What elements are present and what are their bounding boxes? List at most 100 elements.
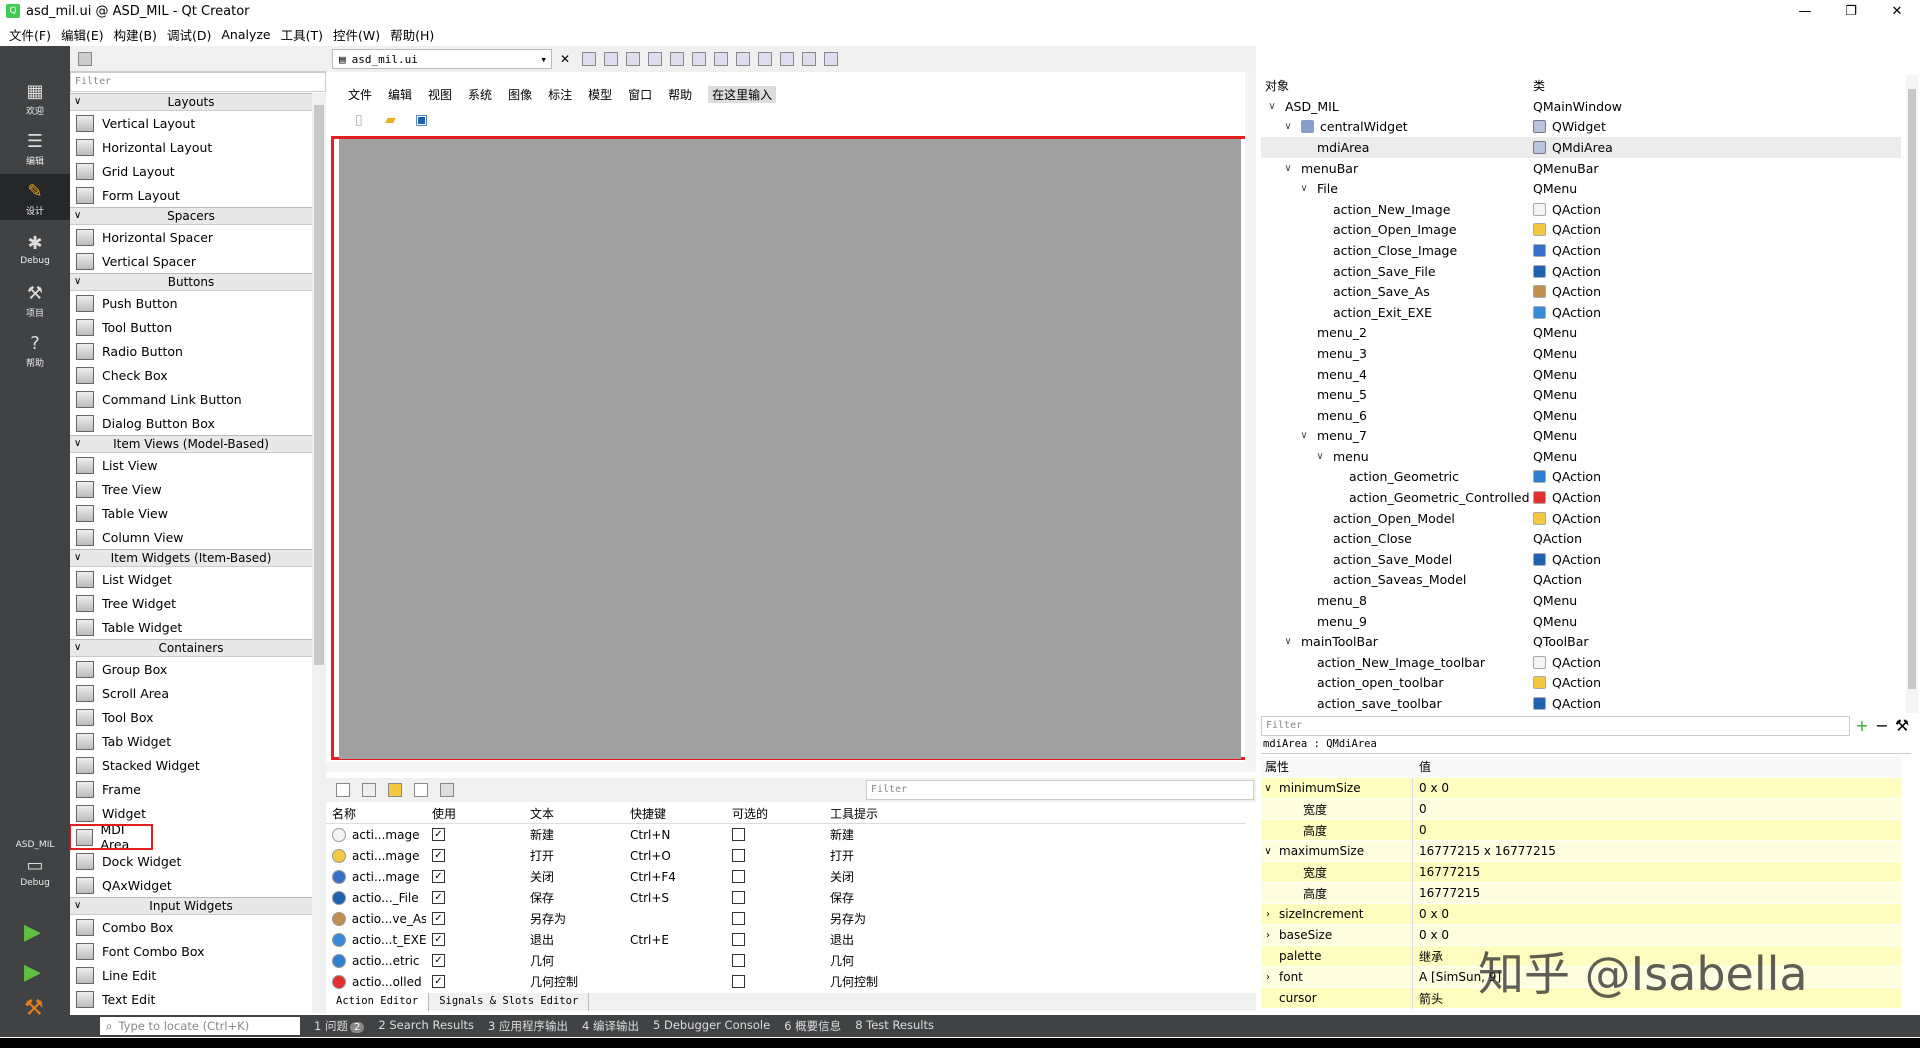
menu-build[interactable]: 构建(B) [114,25,157,44]
form-menu-item[interactable]: 文件 [348,86,372,103]
widget-item[interactable]: Dialog Button Box [70,411,312,435]
tab-signals-slots[interactable]: Signals & Slots Editor [429,993,590,1011]
checkable-checkbox[interactable] [732,828,745,841]
object-row[interactable]: action_Save_Model QAction [1261,549,1901,570]
object-row[interactable]: action_Open_Model QAction [1261,508,1901,529]
checkable-checkbox[interactable] [732,975,745,988]
chevron-down-icon[interactable]: ∨ [1281,636,1295,647]
edit-widgets-icon[interactable] [582,52,597,66]
wrench-icon[interactable]: ⚒ [1892,716,1912,735]
widget-item[interactable]: Dock Widget [70,849,312,873]
close-button[interactable]: ✕ [1874,0,1920,22]
used-checkbox[interactable]: ✓ [432,912,445,925]
widget-category[interactable]: ∨ Spacers [70,207,312,225]
mode-projects[interactable]: ⚒ 项目 [0,282,70,320]
kit-selector[interactable]: ASD_MIL ▭ Debug [0,840,70,888]
menu-edit[interactable]: 编辑(E) [61,25,104,44]
add-icon[interactable]: + [1852,716,1872,735]
chevron-down-icon[interactable]: ∨ [1313,451,1327,462]
widget-item[interactable]: Frame [70,777,312,801]
mdi-area[interactable] [339,139,1241,759]
menu-widgets[interactable]: 控件(W) [333,25,380,44]
output-pane-button[interactable]: 1 问题 2 [314,1018,365,1034]
output-pane-button[interactable]: 4 编译输出 [582,1018,639,1034]
adjust-size-icon[interactable] [824,52,839,66]
widget-item[interactable]: Text Edit [70,987,312,1011]
action-filter[interactable]: Filter [866,780,1254,800]
property-value[interactable]: 16777215 [1413,865,1480,879]
mode-debug[interactable]: ✱ Debug [0,232,70,267]
menu-debug[interactable]: 调试(D) [167,25,211,44]
property-value[interactable]: 0 x 0 [1413,928,1449,942]
widget-item[interactable]: Radio Button [70,339,312,363]
widget-item[interactable]: Grid Layout [70,159,312,183]
widget-item[interactable]: Font Combo Box [70,939,312,963]
mode-help[interactable]: ? 帮助 [0,332,70,370]
minimize-button[interactable]: — [1782,0,1828,22]
chevron-down-icon[interactable]: ∨ [1297,430,1311,441]
edit-buddies-icon[interactable] [626,52,641,66]
object-row[interactable]: action_Close_Image QAction [1261,240,1901,261]
object-row[interactable]: menu_2 QMenu [1261,323,1901,344]
widget-item[interactable]: Combo Box [70,915,312,939]
widget-item[interactable]: QAxWidget [70,873,312,897]
tab-action-editor[interactable]: Action Editor [326,993,430,1011]
chevron-down-icon[interactable]: ∨ [1281,163,1295,174]
action-row[interactable]: acti...mage ✓ 新建 Ctrl+N 新建 [326,824,1246,845]
close-icon[interactable]: ✕ [560,52,570,66]
property-row[interactable]: ∨ minimumSize 0 x 0 [1261,778,1901,799]
widget-category[interactable]: ∨ Buttons [70,273,312,291]
mode-design[interactable]: ✎ 设计 [0,174,70,220]
widget-item[interactable]: Group Box [70,657,312,681]
object-row[interactable]: action_Geometric QAction [1261,467,1901,488]
action-row[interactable]: acti...mage ✓ 关闭 Ctrl+F4 关闭 [326,866,1246,887]
used-checkbox[interactable]: ✓ [432,933,445,946]
widget-item[interactable]: Form Layout [70,183,312,207]
object-row[interactable]: menu_9 QMenu [1261,611,1901,632]
action-row[interactable]: actio...ve_As ✓ 另存为 另存为 [326,908,1246,929]
remove-icon[interactable]: − [1872,716,1892,735]
checkable-checkbox[interactable] [732,912,745,925]
action-row[interactable]: actio..._File ✓ 保存 Ctrl+S 保存 [326,887,1246,908]
break-layout-icon[interactable] [802,52,817,66]
chevron-down-icon[interactable]: ▾ [540,53,547,66]
property-row[interactable]: ∨ maximumSize 16777215 x 16777215 [1261,840,1901,862]
property-value[interactable]: 16777215 x 16777215 [1413,844,1556,858]
menu-analyze[interactable]: Analyze [221,27,270,42]
layout-vertical-icon[interactable] [692,52,707,66]
output-pane-button[interactable]: 2 Search Results [378,1018,474,1034]
widget-item[interactable]: List Widget [70,567,312,591]
chevron-down-icon[interactable]: ∨ [1265,101,1279,112]
chevron-down-icon[interactable]: ∨ [1297,183,1311,194]
checkable-checkbox[interactable] [732,849,745,862]
menu-tools[interactable]: 工具(T) [281,25,323,44]
layout-form-icon[interactable] [780,52,795,66]
object-row[interactable]: ∨ mainToolBar QToolBar [1261,631,1901,652]
widget-item[interactable]: Tree Widget [70,591,312,615]
mode-welcome[interactable]: ▦ 欢迎 [0,80,70,118]
edit-tab-order-icon[interactable] [648,52,663,66]
object-row[interactable]: action_save_toolbar QAction [1261,693,1901,712]
widget-item[interactable]: Scroll Area [70,681,312,705]
layout-grid-icon[interactable] [758,52,773,66]
form-menu-item[interactable]: 在这里输入 [708,85,777,103]
save-icon[interactable]: ▣ [415,112,433,128]
output-pane-button[interactable]: 6 概要信息 [784,1018,841,1034]
object-row[interactable]: menu_3 QMenu [1261,343,1901,364]
used-checkbox[interactable]: ✓ [432,828,445,841]
widget-item[interactable]: Tree View [70,477,312,501]
locator-input[interactable]: ⌕ Type to locate (Ctrl+K) [100,1017,300,1035]
property-row[interactable]: 宽度 16777215 [1261,861,1901,883]
property-value[interactable]: 继承 [1413,948,1443,965]
widget-item[interactable]: Check Box [70,363,312,387]
property-value[interactable]: 0 x 0 [1413,907,1449,921]
used-checkbox[interactable]: ✓ [432,975,445,988]
object-inspector-scrollbar[interactable] [1906,75,1918,713]
checkable-checkbox[interactable] [732,954,745,967]
run-icon[interactable]: ▶ [24,922,46,944]
widget-item[interactable]: MDI Area [70,822,153,852]
object-row[interactable]: action_New_Image_toolbar QAction [1261,652,1901,673]
widget-item[interactable]: Vertical Layout [70,111,312,135]
widget-category[interactable]: ∨ Item Widgets (Item-Based) [70,549,312,567]
property-value[interactable]: 16777215 [1413,886,1480,900]
